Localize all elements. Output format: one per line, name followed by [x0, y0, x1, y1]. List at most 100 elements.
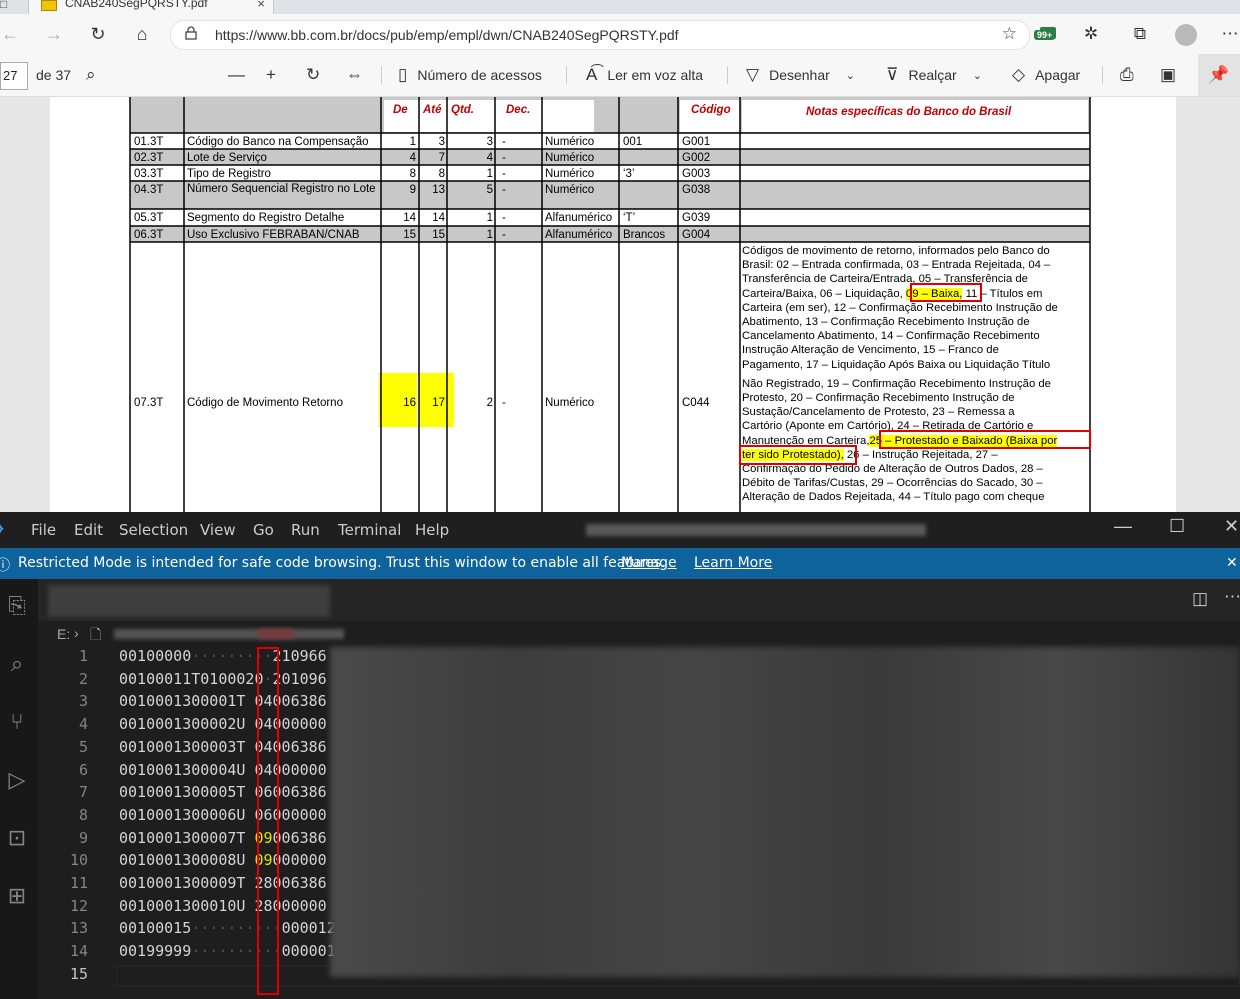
- table-cell-code: G001: [682, 136, 711, 148]
- line-text: 00100011T0100020·201096: [119, 670, 327, 688]
- maximize-icon[interactable]: ☐: [1169, 516, 1185, 537]
- record-prefix: 0010001300009T: [119, 874, 246, 892]
- chevron-down-icon[interactable]: ⌄: [846, 69, 855, 82]
- draw-icon: ▽: [746, 65, 760, 84]
- table-cell-code: G002: [682, 152, 711, 164]
- menu-item[interactable]: Selection: [119, 521, 188, 539]
- breadcrumb: E: › 🗋: [38, 621, 1240, 647]
- search-icon[interactable]: ⌕: [0, 647, 34, 681]
- record-prefix: 0010001300008U: [119, 851, 246, 870]
- source-control-icon[interactable]: ⑂: [0, 705, 34, 739]
- record-prefix: 00100000: [119, 647, 192, 665]
- table-cell-tipo: Alfanumérico: [545, 212, 613, 224]
- run-debug-icon[interactable]: ▷: [0, 763, 34, 797]
- menu-item[interactable]: Run: [291, 521, 320, 539]
- menu-item[interactable]: Go: [253, 521, 274, 539]
- menu-item[interactable]: File: [31, 521, 56, 539]
- table-cell-de: 8: [409, 168, 416, 180]
- tab-actions-icon[interactable]: □: [0, 0, 7, 11]
- table-cell-ate: 13: [432, 184, 445, 196]
- pin-icon[interactable]: 📌: [1198, 54, 1240, 96]
- remote-explorer-icon[interactable]: ⊡: [0, 821, 34, 855]
- rotate-icon[interactable]: ↻: [306, 54, 330, 96]
- breadcrumb-file-blurred[interactable]: [114, 629, 344, 639]
- menu-item[interactable]: Help: [415, 521, 449, 539]
- home-icon[interactable]: ⌂: [124, 14, 160, 54]
- pdf-viewport[interactable]: De Até Qtd. Dec. Código Notas específica…: [0, 97, 1240, 512]
- table-cell-dec: -: [502, 136, 506, 148]
- notes-fragment: 26 – Instrução Rejeitada, 27 –: [843, 448, 998, 461]
- divider: [381, 66, 382, 84]
- record-prefix: 0010001300007T: [119, 828, 246, 847]
- refresh-icon[interactable]: ↻: [80, 14, 116, 54]
- more-actions-icon[interactable]: ⋯: [1224, 587, 1240, 607]
- draw-button[interactable]: ▽ Desenhar ⌄: [746, 54, 855, 96]
- line-number: 4: [78, 715, 88, 734]
- puzzle-icon[interactable]: ✲: [1073, 14, 1109, 54]
- line-text: 0010001300006U 06000000: [119, 806, 327, 824]
- menu-item[interactable]: Terminal: [338, 521, 401, 539]
- editor-tab-blurred[interactable]: [48, 585, 330, 617]
- extensions-icon[interactable]: ⊞: [0, 879, 34, 913]
- pdf-page: De Até Qtd. Dec. Código Notas específica…: [50, 97, 1176, 512]
- minimize-icon[interactable]: —: [1114, 516, 1132, 537]
- line-text: 0010001300003T 04006386: [119, 738, 327, 756]
- breadcrumb-drive[interactable]: E:: [57, 626, 70, 642]
- line-text: 00100015··········000012: [119, 919, 336, 937]
- line-number: 6: [78, 760, 88, 779]
- access-numbers-button[interactable]: ▯ Número de acessos: [398, 54, 542, 96]
- annotation-box-protestado: [879, 430, 1091, 449]
- extension-badge: 99+: [1034, 30, 1056, 40]
- menu-item[interactable]: Edit: [74, 521, 103, 539]
- line-number: 7: [78, 783, 88, 802]
- zoom-in-icon[interactable]: +: [266, 54, 286, 96]
- table-cell-id: 01.3T: [134, 136, 164, 148]
- table-cell-dec: -: [502, 212, 506, 224]
- line-number: 9: [78, 828, 88, 847]
- menu-item[interactable]: View: [200, 521, 236, 539]
- line-text: 0010001300001T 04006386: [119, 692, 327, 710]
- close-icon[interactable]: ✕: [1224, 516, 1239, 537]
- search-icon[interactable]: ⌕: [86, 54, 106, 96]
- zoom-out-icon[interactable]: —: [228, 54, 255, 96]
- split-editor-icon[interactable]: ◫: [1192, 589, 1208, 609]
- chevron-down-icon[interactable]: ⌄: [973, 69, 982, 82]
- table-cell-code: G039: [682, 212, 711, 224]
- table-cell-tipo: Numérico: [545, 184, 595, 196]
- forward-icon[interactable]: →: [36, 14, 72, 54]
- table-cell-code: G003: [682, 168, 711, 180]
- line-text: 00100000·········210966: [119, 647, 327, 665]
- close-tab-icon[interactable]: ×: [257, 0, 265, 11]
- page-total: de 37: [36, 67, 72, 83]
- table-cell-code: G038: [682, 184, 711, 196]
- tab-pdf[interactable]: CNAB240SegPQRSTY.pdf ×: [28, 0, 274, 14]
- close-banner-icon[interactable]: ✕: [1226, 555, 1238, 571]
- notes-line: Abatimento, 13 – Confirmação Recebimento…: [742, 316, 1030, 329]
- url-field[interactable]: https://www.bb.com.br/docs/pub/emp/empl/…: [170, 20, 1030, 50]
- collections-icon[interactable]: ⧉: [1122, 14, 1158, 54]
- chevron-right-icon: ›: [74, 625, 79, 641]
- editor-area[interactable]: ◫ ⋯ E: › 🗋 1 00100000·········210966 2 0010…: [38, 579, 1240, 999]
- header-qtd: Qtd.: [451, 104, 474, 116]
- table-cell-code: G004: [682, 229, 711, 241]
- record-prefix: 0010001300002U: [119, 715, 246, 734]
- save-icon[interactable]: ▣: [1160, 54, 1186, 96]
- record-prefix: 0010001300010U: [119, 896, 246, 915]
- fit-page-icon[interactable]: ⇔: [346, 54, 373, 96]
- page-number-input[interactable]: 27: [0, 62, 28, 90]
- record-prefix: 0010001300006U: [119, 805, 246, 824]
- more-icon[interactable]: ⋯: [1212, 14, 1240, 54]
- back-icon[interactable]: ←: [0, 14, 28, 54]
- highlight-button[interactable]: ⊽ Realçar ⌄: [886, 54, 982, 96]
- profile-icon[interactable]: [1175, 24, 1197, 46]
- erase-button[interactable]: ◇ Apagar: [1012, 54, 1080, 96]
- table-cell-dec: -: [502, 184, 506, 196]
- explorer-icon[interactable]: ⎘: [0, 589, 34, 623]
- learn-more-link[interactable]: Learn More: [694, 555, 772, 571]
- manage-link[interactable]: Manage: [621, 555, 677, 571]
- table-cell-qtd: 2: [486, 397, 493, 409]
- print-icon[interactable]: ⎙: [1120, 54, 1144, 96]
- favorite-icon[interactable]: ☆: [1002, 24, 1017, 44]
- record-prefix: 0010001300001T: [119, 692, 246, 711]
- read-aloud-button[interactable]: A͡ Ler em voz alta: [586, 54, 703, 96]
